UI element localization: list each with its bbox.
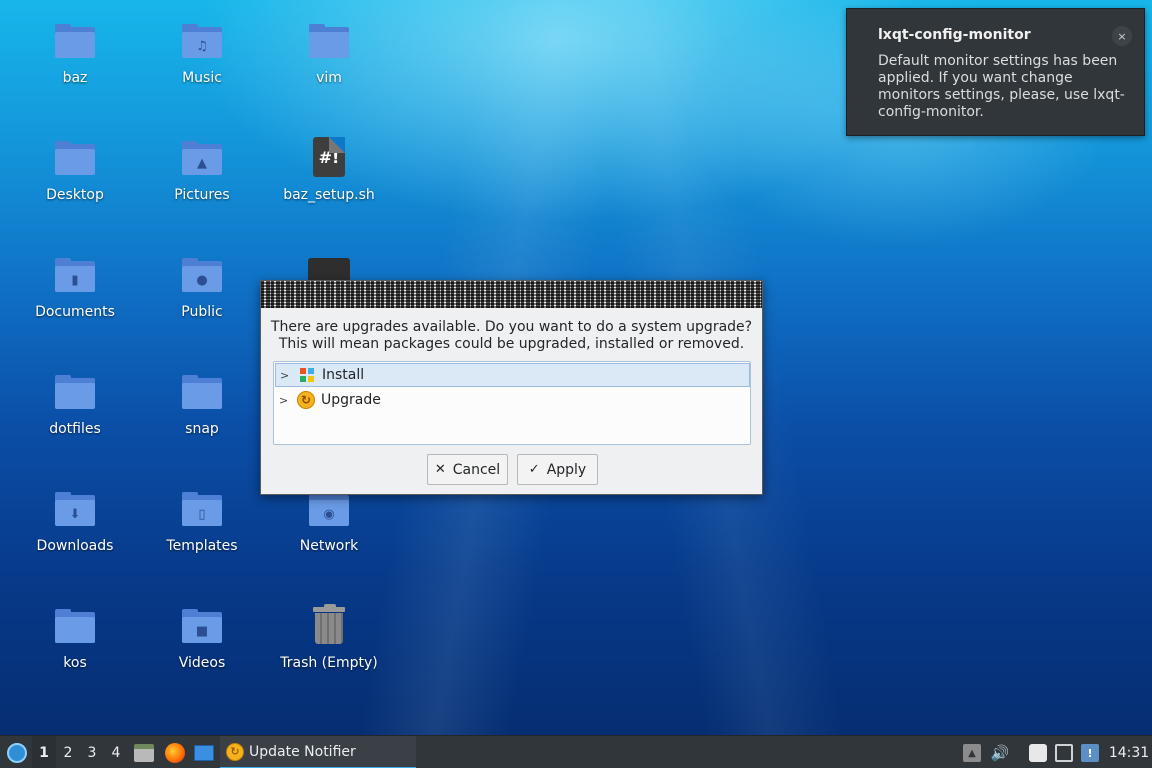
- firefox-icon: [165, 742, 185, 763]
- desktop-icon-pictures[interactable]: ▲ Pictures: [147, 117, 257, 217]
- file-manager-launcher[interactable]: [132, 736, 156, 768]
- desktop-icon-label: baz: [62, 70, 88, 86]
- folder-icon: [180, 371, 224, 415]
- desktop-icon-label: Pictures: [174, 187, 230, 203]
- tray-expand-icon[interactable]: ▲: [963, 744, 981, 762]
- desktop-icon-videos[interactable]: ■ Videos: [147, 585, 257, 685]
- desktop-icon-label: snap: [185, 421, 219, 437]
- notification-title: lxqt-config-monitor: [878, 27, 1031, 43]
- desktop-icon-label: dotfiles: [49, 421, 101, 437]
- close-icon[interactable]: ×: [1112, 26, 1132, 46]
- folder-public-icon: ●: [180, 254, 224, 298]
- desktop-icon-vim[interactable]: vim: [274, 0, 384, 100]
- apply-button-label: Apply: [546, 461, 587, 478]
- file-manager-icon: [134, 743, 154, 762]
- apply-button[interactable]: ✓ Apply: [517, 454, 598, 485]
- desktop-icon-public[interactable]: ● Public: [147, 234, 257, 334]
- desktop-icon-downloads[interactable]: ⬇ Downloads: [20, 468, 130, 568]
- tree-row-install[interactable]: > Install: [275, 363, 750, 387]
- checkmark-icon: ✓: [528, 462, 540, 477]
- clipboard-icon[interactable]: [1029, 744, 1047, 762]
- desktop-icon: [194, 744, 214, 761]
- desktop-icon-label: Documents: [35, 304, 115, 320]
- network-status-icon[interactable]: [1055, 744, 1073, 762]
- dialog-message-line2: This will mean packages could be upgrade…: [278, 336, 745, 352]
- package-tree[interactable]: > Install > ↻ Upgrade: [273, 361, 751, 445]
- tree-row-label: Install: [322, 367, 365, 383]
- cancel-button[interactable]: ✕ Cancel: [427, 454, 508, 485]
- folder-templates-icon: ▯: [180, 488, 224, 532]
- dialog-message: There are upgrades available. Do you wan…: [261, 319, 762, 353]
- firefox-launcher[interactable]: [162, 736, 188, 768]
- folder-icon: [307, 20, 351, 64]
- install-icon: [298, 366, 316, 384]
- notification-icon[interactable]: !: [1081, 744, 1099, 762]
- desktop-icon-templates[interactable]: ▯ Templates: [147, 468, 257, 568]
- lubuntu-logo-icon: [7, 742, 27, 763]
- desktop-icon-baz[interactable]: baz: [20, 0, 130, 100]
- volume-icon[interactable]: 🔊: [991, 744, 1010, 762]
- desktop-icon-label: Desktop: [46, 187, 104, 203]
- folder-icon: [53, 137, 97, 181]
- cancel-button-label: Cancel: [452, 461, 501, 478]
- task-update-notifier[interactable]: ↻ Update Notifier: [220, 736, 416, 768]
- folder-music-icon: ♫: [180, 20, 224, 64]
- desktop-icon-dotfiles[interactable]: dotfiles: [20, 351, 130, 451]
- workspace-3[interactable]: 3: [80, 736, 104, 768]
- close-icon: ✕: [434, 462, 446, 477]
- dialog-titlebar[interactable]: [261, 281, 762, 308]
- start-menu-button[interactable]: [4, 736, 30, 768]
- workspace-2[interactable]: 2: [56, 736, 80, 768]
- folder-pictures-icon: ▲: [180, 137, 224, 181]
- desktop-icon-baz-setup-sh[interactable]: #! baz_setup.sh: [274, 117, 384, 217]
- desktop-icon-label: Network: [299, 538, 359, 554]
- dialog-message-line1: There are upgrades available. Do you wan…: [270, 319, 753, 335]
- desktop-icon-label: Videos: [178, 655, 226, 671]
- desktop-icon-documents[interactable]: ▮ Documents: [20, 234, 130, 334]
- desktop-icon-label: baz_setup.sh: [283, 187, 375, 203]
- desktop-icon-label: vim: [316, 70, 342, 86]
- desktop-icon-label: Public: [181, 304, 223, 320]
- trash-icon: [307, 604, 351, 649]
- folder-downloads-icon: ⬇: [53, 488, 97, 532]
- chevron-right-icon[interactable]: >: [280, 369, 294, 382]
- notification-popup[interactable]: lxqt-config-monitor × Default monitor se…: [846, 8, 1145, 136]
- task-label: Update Notifier: [249, 743, 356, 760]
- folder-videos-icon: ■: [180, 605, 224, 649]
- show-desktop-button[interactable]: [192, 736, 216, 768]
- shell-script-icon: #!: [307, 137, 351, 181]
- desktop-icon-label: Trash (Empty): [280, 655, 378, 671]
- folder-icon: [53, 605, 97, 649]
- clock[interactable]: 14:31: [1108, 736, 1150, 768]
- desktop-icon-snap[interactable]: snap: [147, 351, 257, 451]
- folder-icon: [53, 371, 97, 415]
- hidden-file-icon: [308, 258, 350, 282]
- chevron-right-icon[interactable]: >: [279, 394, 293, 407]
- folder-documents-icon: ▮: [53, 254, 97, 298]
- desktop-icon-kos[interactable]: kos: [20, 585, 130, 685]
- tree-row-upgrade[interactable]: > ↻ Upgrade: [275, 388, 750, 412]
- taskbar: 1 2 3 4 ↻ Update Notifier ▲ 🔊 ! 14:31: [0, 735, 1152, 768]
- desktop-icon-music[interactable]: ♫ Music: [147, 0, 257, 100]
- tree-row-label: Upgrade: [321, 392, 381, 408]
- desktop-icon-label: Music: [182, 70, 222, 86]
- desktop-icon-label: Downloads: [36, 538, 114, 554]
- notification-body: Default monitor settings has been applie…: [878, 53, 1125, 120]
- folder-icon: [53, 20, 97, 64]
- desktop-icon-trash[interactable]: Trash (Empty): [274, 585, 384, 685]
- desktop-icon-desktop[interactable]: Desktop: [20, 117, 130, 217]
- upgrade-dialog: There are upgrades available. Do you wan…: [260, 280, 763, 495]
- upgrade-icon: ↻: [297, 391, 315, 409]
- upgrade-icon: ↻: [226, 742, 244, 761]
- desktop-icon-label: kos: [63, 655, 87, 671]
- workspace-4[interactable]: 4: [104, 736, 128, 768]
- desktop-icon-label: Templates: [166, 538, 238, 554]
- workspace-1[interactable]: 1: [32, 736, 56, 768]
